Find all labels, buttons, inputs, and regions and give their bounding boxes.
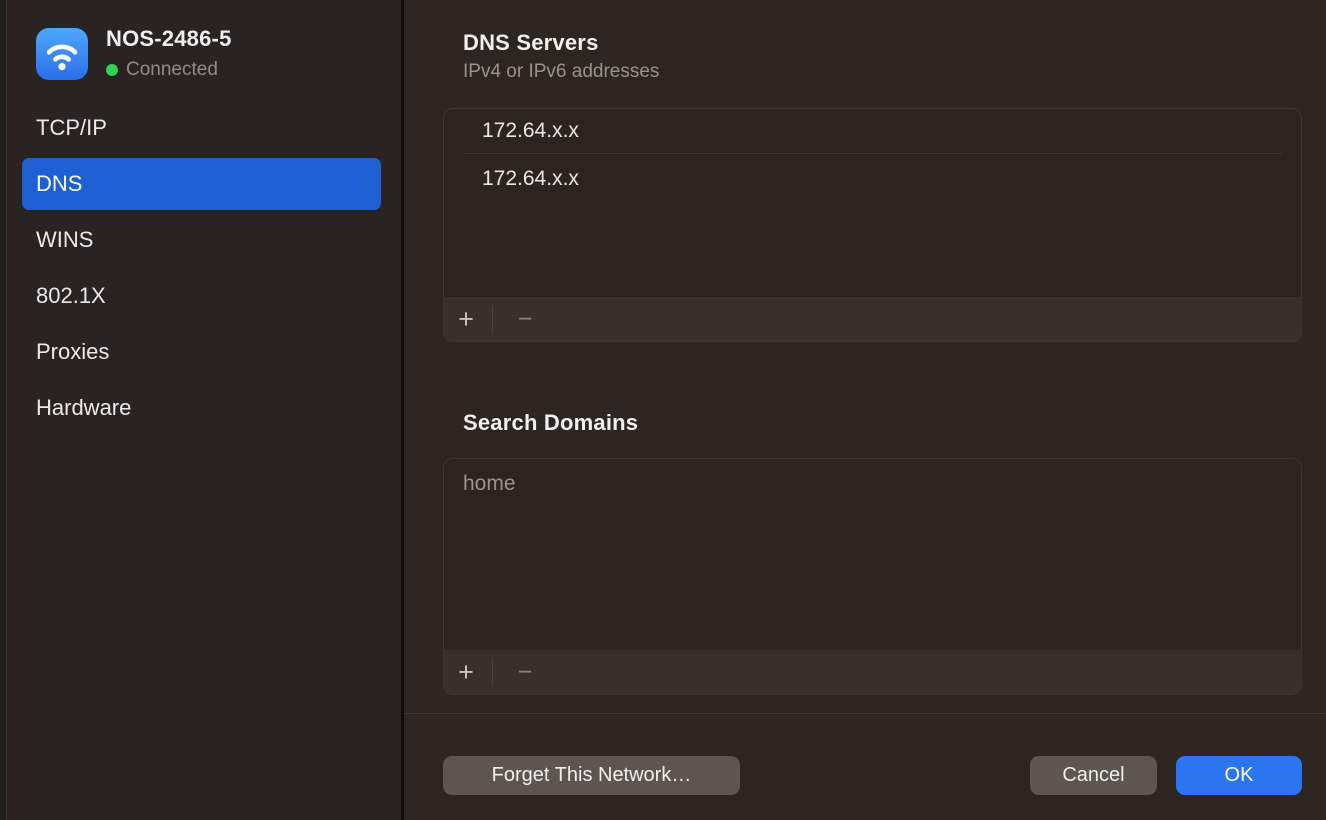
network-header: NOS-2486-5 Connected — [36, 26, 232, 81]
connection-status-label: Connected — [126, 59, 218, 81]
search-domain-row[interactable]: home — [444, 459, 1301, 509]
sidebar-item-label: 802.1X — [36, 283, 106, 309]
wifi-icon — [36, 28, 88, 80]
toolbar-separator — [492, 306, 493, 332]
sidebar-item-label: TCP/IP — [36, 115, 107, 141]
dns-servers-subtitle: IPv4 or IPv6 addresses — [463, 61, 659, 83]
dns-server-row[interactable]: 172.64.x.x — [444, 109, 1301, 153]
sidebar-item-8021x[interactable]: 802.1X — [22, 270, 381, 322]
add-dns-server-button[interactable]: + — [444, 297, 488, 341]
window-edge — [0, 0, 7, 820]
dns-servers-list: 172.64.x.x 172.64.x.x + − — [443, 108, 1302, 342]
sidebar-item-label: DNS — [36, 171, 82, 197]
search-domains-title: Search Domains — [463, 410, 638, 436]
sidebar-item-wins[interactable]: WINS — [22, 214, 381, 266]
network-name: NOS-2486-5 — [106, 26, 232, 52]
network-status: Connected — [106, 59, 232, 81]
sidebar-item-proxies[interactable]: Proxies — [22, 326, 381, 378]
footer-divider — [404, 713, 1326, 714]
remove-dns-server-button[interactable]: − — [497, 297, 553, 341]
dialog-actions: Forget This Network… Cancel OK — [443, 756, 1302, 795]
cancel-button[interactable]: Cancel — [1030, 756, 1157, 795]
search-domains-list: home + − — [443, 458, 1302, 695]
network-meta: NOS-2486-5 Connected — [106, 26, 232, 81]
dns-pane: DNS Servers IPv4 or IPv6 addresses 172.6… — [404, 0, 1326, 820]
search-domain-value: home — [463, 472, 516, 496]
add-search-domain-button[interactable]: + — [444, 650, 488, 694]
connected-dot-icon — [106, 64, 118, 76]
dns-list-toolbar: + − — [444, 297, 1301, 341]
toolbar-separator — [492, 659, 493, 685]
dns-server-row[interactable]: 172.64.x.x — [444, 154, 1301, 204]
sidebar-item-label: Hardware — [36, 395, 131, 421]
dns-server-value: 172.64.x.x — [482, 167, 579, 191]
dns-server-value: 172.64.x.x — [482, 119, 579, 143]
sidebar-nav: TCP/IP DNS WINS 802.1X Proxies Hardware — [22, 102, 381, 434]
forget-network-button[interactable]: Forget This Network… — [443, 756, 740, 795]
sidebar-item-label: Proxies — [36, 339, 109, 365]
sidebar-item-dns[interactable]: DNS — [22, 158, 381, 210]
sidebar-item-hardware[interactable]: Hardware — [22, 382, 381, 434]
dns-servers-title: DNS Servers — [463, 30, 599, 56]
sidebar: NOS-2486-5 Connected TCP/IP DNS WINS 802… — [0, 0, 404, 820]
sidebar-item-label: WINS — [36, 227, 93, 253]
search-domains-toolbar: + − — [444, 650, 1301, 694]
remove-search-domain-button[interactable]: − — [497, 650, 553, 694]
ok-button[interactable]: OK — [1176, 756, 1302, 795]
sidebar-item-tcpip[interactable]: TCP/IP — [22, 102, 381, 154]
